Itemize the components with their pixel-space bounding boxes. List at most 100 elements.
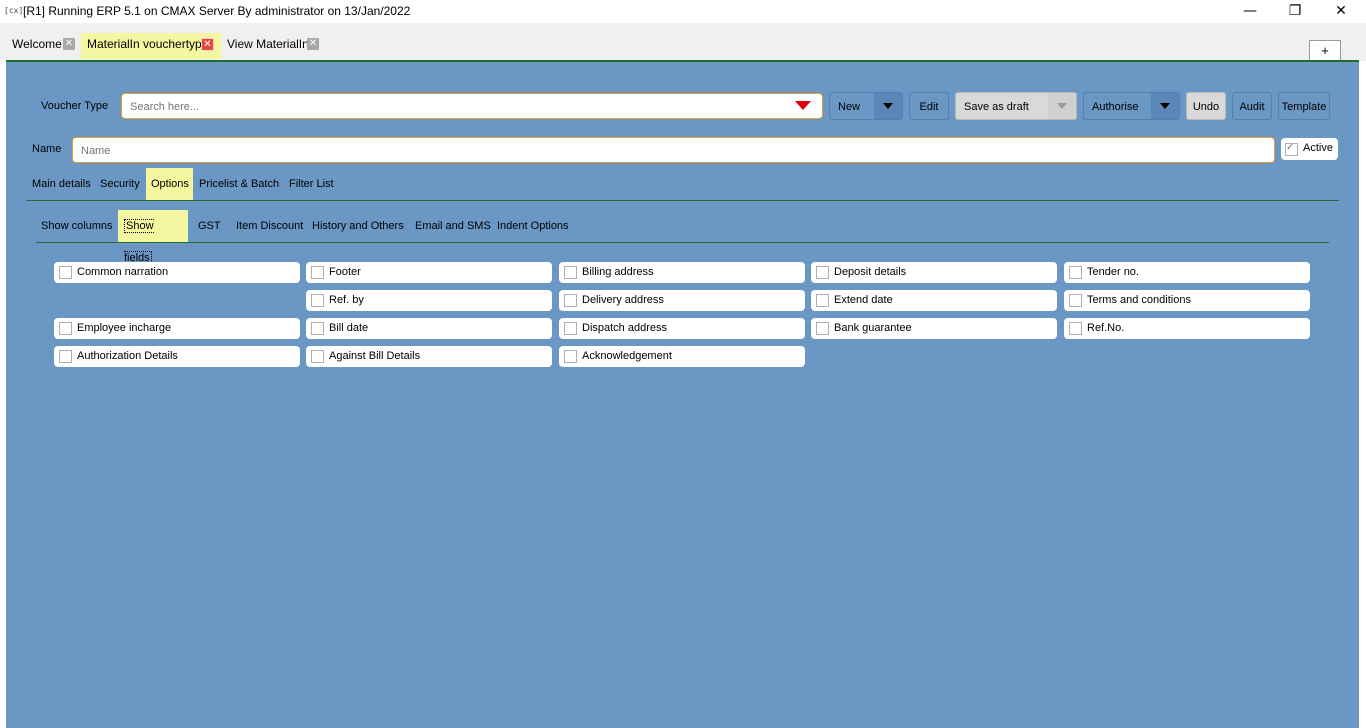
save-as-draft-label: Save as draft — [964, 101, 1029, 113]
undo-button[interactable]: Undo — [1186, 92, 1226, 120]
field-bank-guarantee[interactable]: Bank guarantee — [811, 318, 1057, 339]
tab-view-materialin[interactable]: View MaterialIn ✕ — [221, 33, 323, 59]
field-footer[interactable]: Footer — [306, 262, 552, 283]
add-tab-button[interactable]: + — [1309, 40, 1341, 62]
field-employee-incharge[interactable]: Employee incharge — [54, 318, 300, 339]
field-label: Delivery address — [582, 294, 664, 306]
tab-show-fields[interactable]: Show fields — [118, 210, 188, 265]
checkbox-icon[interactable] — [816, 294, 829, 307]
field-delivery-address[interactable]: Delivery address — [559, 290, 805, 311]
checkbox-icon[interactable] — [311, 266, 324, 279]
tab-pricelist-batch[interactable]: Pricelist & Batch — [194, 168, 284, 200]
field-ref-no[interactable]: Ref.No. — [1064, 318, 1310, 339]
field-authorization-details[interactable]: Authorization Details — [54, 346, 300, 367]
tab-email-and-sms[interactable]: Email and SMS — [409, 210, 497, 242]
voucher-type-label: Voucher Type — [41, 100, 109, 112]
field-acknowledgement[interactable]: Acknowledgement — [559, 346, 805, 367]
window-title: [R1] Running ERP 5.1 on CMAX Server By a… — [23, 4, 411, 18]
audit-label: Audit — [1239, 101, 1265, 113]
checkbox-icon[interactable] — [1069, 322, 1082, 335]
name-input[interactable] — [79, 141, 1263, 160]
undo-label: Undo — [1192, 101, 1220, 113]
field-ref-by[interactable]: Ref. by — [306, 290, 552, 311]
field-dispatch-address[interactable]: Dispatch address — [559, 318, 805, 339]
audit-button[interactable]: Audit — [1232, 92, 1272, 120]
field-bill-date[interactable]: Bill date — [306, 318, 552, 339]
field-extend-date[interactable]: Extend date — [811, 290, 1057, 311]
tab-indent-options[interactable]: Indent Options — [491, 210, 575, 242]
name-field[interactable] — [72, 137, 1275, 163]
tab-close-icon[interactable]: ✕ — [201, 38, 214, 51]
checkbox-icon[interactable] — [564, 266, 577, 279]
checkbox-icon[interactable] — [59, 350, 72, 363]
new-button[interactable]: New — [829, 92, 903, 120]
checkbox-icon[interactable] — [311, 350, 324, 363]
tab-main-details[interactable]: Main details — [27, 168, 96, 200]
field-label: Billing address — [582, 266, 654, 278]
edit-button-label: Edit — [919, 101, 939, 113]
checkbox-checked-icon[interactable] — [1285, 142, 1298, 156]
minimize-icon[interactable]: — — [1240, 2, 1260, 20]
authorise-dropdown-toggle[interactable] — [1151, 93, 1179, 119]
restore-icon[interactable]: ❐ — [1285, 2, 1305, 20]
template-button[interactable]: Template — [1278, 92, 1330, 120]
checkbox-icon[interactable] — [311, 322, 324, 335]
checkbox-icon[interactable] — [564, 350, 577, 363]
checkbox-icon[interactable] — [816, 322, 829, 335]
checkbox-icon[interactable] — [59, 266, 72, 279]
save-as-draft-button[interactable]: Save as draft — [955, 92, 1077, 120]
close-window-icon[interactable]: ✕ — [1331, 2, 1351, 20]
section-divider — [26, 200, 1339, 201]
field-label: Authorization Details — [77, 350, 178, 362]
dropdown-arrow-icon[interactable] — [795, 101, 811, 110]
tab-gst[interactable]: GST — [192, 210, 227, 242]
field-against-bill-details[interactable]: Against Bill Details — [306, 346, 552, 367]
save-draft-dropdown-toggle[interactable] — [1048, 93, 1076, 119]
field-tender-no[interactable]: Tender no. — [1064, 262, 1310, 283]
tab-security[interactable]: Security — [95, 168, 145, 200]
field-billing-address[interactable]: Billing address — [559, 262, 805, 283]
tab-close-icon[interactable]: ✕ — [63, 38, 75, 50]
new-button-label: New — [838, 101, 861, 113]
field-label: Against Bill Details — [329, 350, 421, 362]
field-label: Terms and conditions — [1087, 294, 1191, 306]
document-tab-bar: Welcome ✕ MaterialIn vouchertype ✕ View … — [0, 23, 1366, 61]
field-common-narration[interactable]: Common narration — [54, 262, 300, 283]
tab-item-discount[interactable]: Item Discount — [230, 210, 309, 242]
tab-filter-list[interactable]: Filter List — [284, 168, 339, 200]
tab-materialin-vouchertype[interactable]: MaterialIn vouchertype ✕ — [81, 33, 221, 59]
edit-button[interactable]: Edit — [909, 92, 949, 120]
tab-welcome[interactable]: Welcome ✕ — [6, 33, 78, 59]
field-label: Deposit details — [834, 266, 907, 278]
field-label: Employee incharge — [77, 322, 172, 334]
tab-show-columns[interactable]: Show columns — [35, 210, 119, 242]
checkbox-icon[interactable] — [59, 322, 72, 335]
checkbox-icon[interactable] — [311, 294, 324, 307]
active-checkbox[interactable]: Active — [1281, 138, 1338, 160]
field-label: Ref.No. — [1087, 322, 1125, 334]
authorise-label: Authorise — [1092, 101, 1139, 113]
field-terms-and-conditions[interactable]: Terms and conditions — [1064, 290, 1310, 311]
authorise-button[interactable]: Authorise — [1083, 92, 1180, 120]
tab-options[interactable]: Options — [146, 168, 193, 200]
field-deposit-details[interactable]: Deposit details — [811, 262, 1057, 283]
name-label: Name — [32, 143, 62, 155]
new-dropdown-toggle[interactable] — [874, 93, 902, 119]
checkbox-icon[interactable] — [564, 294, 577, 307]
checkbox-icon[interactable] — [564, 322, 577, 335]
tab-label: View MaterialIn — [227, 37, 309, 51]
checkbox-icon[interactable] — [1069, 266, 1082, 279]
field-label: Common narration — [77, 266, 169, 278]
tab-close-icon[interactable]: ✕ — [307, 38, 319, 50]
field-label: Ref. by — [329, 294, 364, 306]
checkbox-icon[interactable] — [816, 266, 829, 279]
tab-history-and-others[interactable]: History and Others — [306, 210, 410, 242]
field-label: Dispatch address — [582, 322, 667, 334]
tab-label: Welcome — [12, 37, 62, 51]
field-label: Acknowledgement — [582, 350, 672, 362]
checkbox-icon[interactable] — [1069, 294, 1082, 307]
voucher-type-search[interactable] — [121, 93, 823, 119]
voucher-type-search-input[interactable] — [128, 97, 772, 116]
main-panel: Voucher Type New Edit Save as draft Auth… — [6, 60, 1359, 728]
field-label: Bill date — [329, 322, 369, 334]
